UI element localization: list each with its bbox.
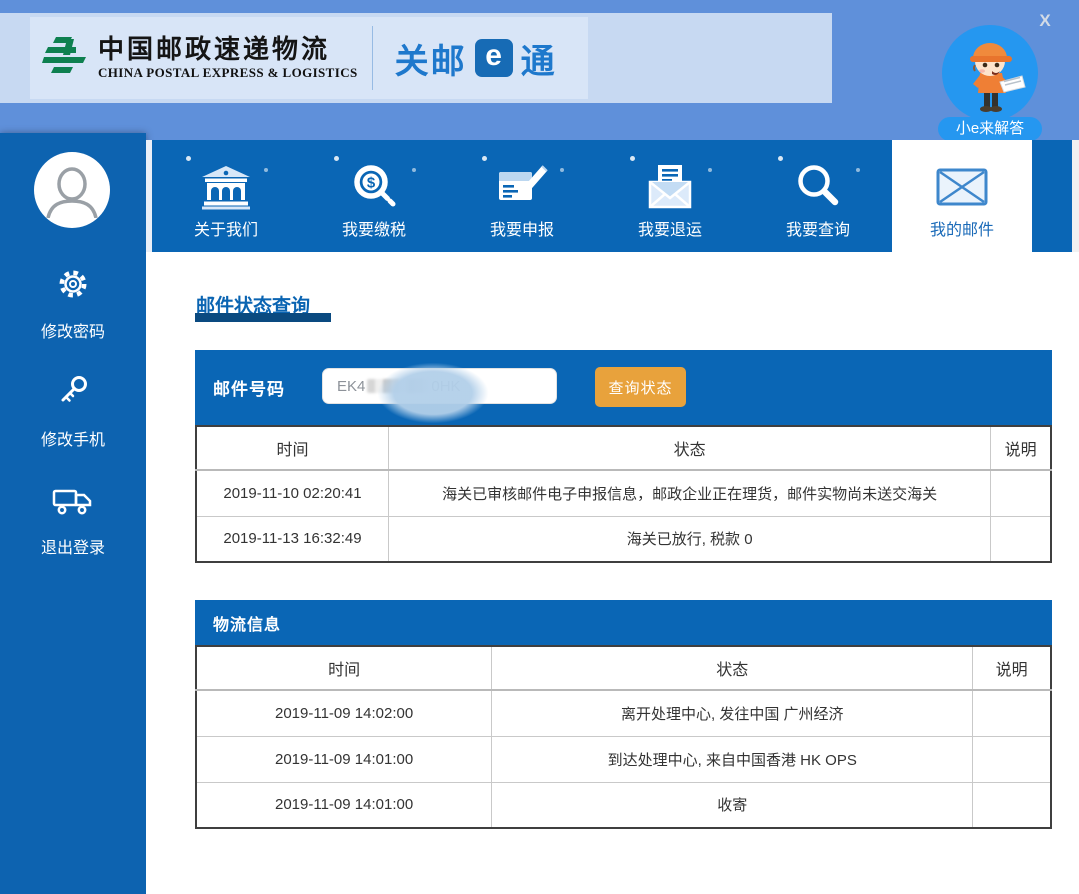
- logistics-table-body: 2019-11-09 14:02:00 离开处理中心, 发往中国 广州经济 20…: [196, 690, 1051, 828]
- search-icon: [792, 158, 844, 216]
- mail-number-input[interactable]: EK4 0HK: [322, 368, 557, 404]
- cell-note: [973, 690, 1051, 736]
- sidebar-item-label: 退出登录: [0, 534, 146, 558]
- cell-note: [973, 736, 1051, 782]
- tax-search-icon: $: [348, 158, 400, 216]
- sidebar-item-change-phone[interactable]: 修改手机: [0, 373, 146, 450]
- svg-text:$: $: [367, 175, 376, 192]
- mail-number-prefix: EK4: [337, 378, 365, 395]
- cell-note: [973, 782, 1051, 828]
- logistics-table-header-row: 时间 状态 说明: [196, 646, 1051, 690]
- tab-label: 我要退运: [638, 216, 702, 240]
- redacted-digits: [367, 379, 429, 393]
- brand-block: 中国邮政速递物流 CHINA POSTAL EXPRESS & LOGISTIC…: [30, 17, 588, 99]
- mascot-avatar[interactable]: [942, 25, 1038, 121]
- cell-time: 2019-11-09 14:01:00: [196, 736, 492, 782]
- mascot-help-button[interactable]: 小e来解答: [938, 117, 1042, 141]
- user-avatar: [34, 152, 110, 228]
- brand-divider: [372, 26, 373, 90]
- column-header-note: 说明: [991, 426, 1051, 470]
- query-status-button[interactable]: 查询状态: [595, 367, 686, 407]
- column-header-time: 时间: [196, 646, 492, 690]
- sidebar: 修改密码 修改手机 退出登录: [0, 133, 146, 894]
- cell-note: [991, 516, 1051, 562]
- mail-number-suffix: 0HK: [431, 378, 460, 395]
- logistics-title: 物流信息: [213, 611, 281, 635]
- sidebar-item-logout[interactable]: 退出登录: [0, 485, 146, 558]
- column-header-status: 状态: [492, 646, 973, 690]
- cell-time: 2019-11-09 14:02:00: [196, 690, 492, 736]
- status-table-row: 2019-11-10 02:20:41 海关已审核邮件电子申报信息，邮政企业正在…: [196, 470, 1051, 516]
- tab-label: 我的邮件: [930, 216, 994, 240]
- status-table-header-row: 时间 状态 说明: [196, 426, 1051, 470]
- tab-query[interactable]: 我要查询: [744, 140, 892, 252]
- cell-note: [991, 470, 1051, 516]
- logistics-table: 时间 状态 说明 2019-11-09 14:02:00 离开处理中心, 发往中…: [195, 645, 1052, 829]
- tab-label: 关于我们: [194, 216, 258, 240]
- cell-status: 海关已放行, 税款 0: [388, 516, 990, 562]
- cell-time: 2019-11-13 16:32:49: [196, 516, 388, 562]
- cell-status: 收寄: [492, 782, 973, 828]
- brand-name-cn: 中国邮政速递物流: [98, 34, 330, 64]
- mail-icon: [935, 158, 989, 216]
- key-icon: [54, 398, 92, 415]
- cell-status: 离开处理中心, 发往中国 广州经济: [492, 690, 973, 736]
- cell-time: 2019-11-09 14:01:00: [196, 782, 492, 828]
- column-header-status: 状态: [388, 426, 990, 470]
- tab-declare[interactable]: 我要申报: [448, 140, 596, 252]
- content-area: 邮件状态查询 邮件号码 EK4 0HK 查询状态 时间 状态 说明: [146, 252, 1079, 894]
- gear-icon: [54, 290, 92, 307]
- tab-label: 我要查询: [786, 216, 850, 240]
- title-underline: [195, 313, 331, 322]
- cell-status: 到达处理中心, 来自中国香港 HK OPS: [492, 736, 973, 782]
- app-window: 中国邮政速递物流 CHINA POSTAL EXPRESS & LOGISTIC…: [0, 0, 1079, 894]
- brand-text: 中国邮政速递物流 CHINA POSTAL EXPRESS & LOGISTIC…: [98, 35, 358, 82]
- logistics-header-bar: 物流信息: [195, 600, 1052, 645]
- tab-pay-tax[interactable]: $ 我要缴税: [300, 140, 448, 252]
- sidebar-item-label: 修改手机: [0, 426, 146, 450]
- main-nav: 关于我们 $ 我要缴税: [152, 140, 1072, 252]
- product-logo: 关邮 e 通: [395, 34, 557, 83]
- sidebar-item-change-password[interactable]: 修改密码: [0, 265, 146, 342]
- logistics-table-row: 2019-11-09 14:01:00 到达处理中心, 来自中国香港 HK OP…: [196, 736, 1051, 782]
- sidebar-item-label: 修改密码: [0, 318, 146, 342]
- tab-label: 我要申报: [490, 216, 554, 240]
- brand-name-en: CHINA POSTAL EXPRESS & LOGISTICS: [98, 65, 358, 81]
- column-header-time: 时间: [196, 426, 388, 470]
- product-name-right: 通: [521, 34, 557, 83]
- product-e-icon: e: [475, 39, 513, 77]
- tab-return-shipment[interactable]: 我要退运: [596, 140, 744, 252]
- cell-status: 海关已审核邮件电子申报信息，邮政企业正在理货，邮件实物尚未送交海关: [388, 470, 990, 516]
- truck-icon: [51, 506, 95, 523]
- return-mail-icon: [644, 158, 696, 216]
- status-table: 时间 状态 说明 2019-11-10 02:20:41 海关已审核邮件电子申报…: [195, 425, 1052, 563]
- column-header-note: 说明: [973, 646, 1051, 690]
- logistics-table-row: 2019-11-09 14:01:00 收寄: [196, 782, 1051, 828]
- status-table-row: 2019-11-13 16:32:49 海关已放行, 税款 0: [196, 516, 1051, 562]
- tab-my-mail[interactable]: 我的邮件: [892, 140, 1032, 252]
- tab-label: 我要缴税: [342, 216, 406, 240]
- bank-icon: [200, 158, 252, 216]
- cell-time: 2019-11-10 02:20:41: [196, 470, 388, 516]
- tab-about-us[interactable]: 关于我们: [152, 140, 300, 252]
- china-post-logo-icon: [42, 35, 88, 82]
- product-name-left: 关邮: [395, 34, 467, 83]
- declare-doc-icon: [495, 158, 549, 216]
- query-bar: 邮件号码 EK4 0HK 查询状态: [195, 350, 1052, 425]
- status-table-body: 2019-11-10 02:20:41 海关已审核邮件电子申报信息，邮政企业正在…: [196, 470, 1051, 562]
- mail-number-label: 邮件号码: [213, 350, 285, 425]
- person-icon: [44, 162, 100, 218]
- logistics-table-row: 2019-11-09 14:02:00 离开处理中心, 发往中国 广州经济: [196, 690, 1051, 736]
- nav-filler: [1032, 140, 1072, 252]
